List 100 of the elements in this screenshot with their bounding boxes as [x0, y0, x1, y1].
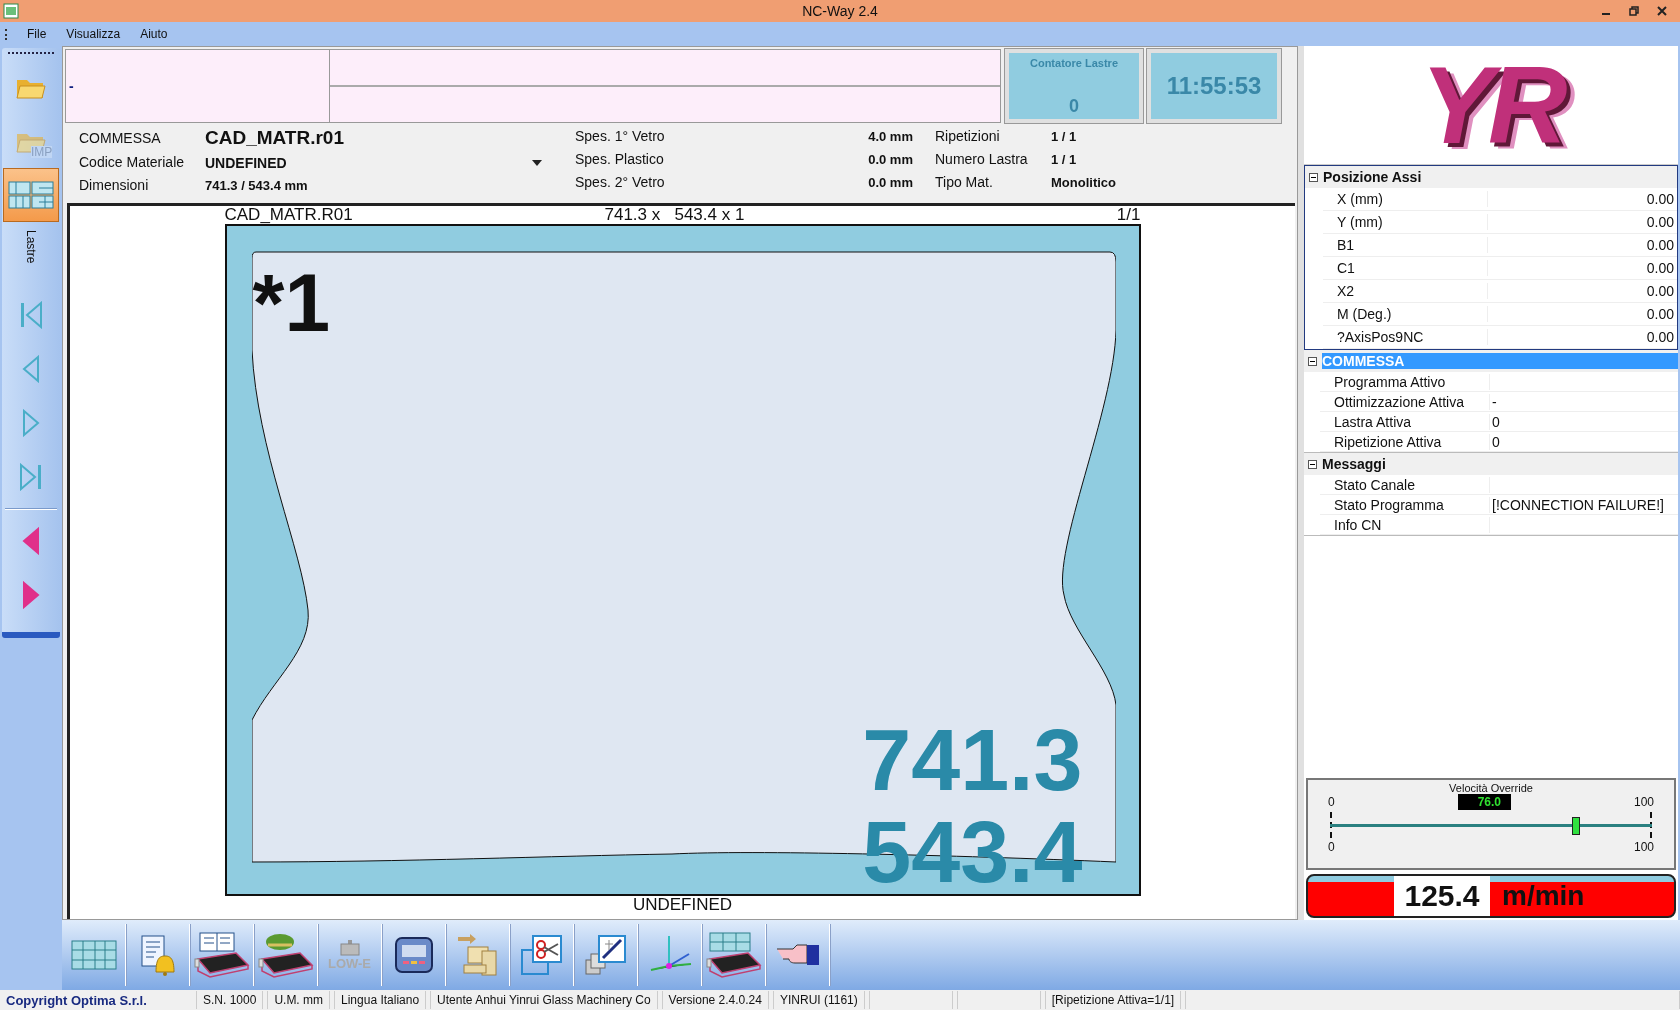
property-label: Y (mm) — [1323, 214, 1488, 230]
scale-label: 100 — [1633, 795, 1654, 809]
message-text: - — [69, 78, 74, 94]
field-label: Codice Materiale — [79, 153, 186, 172]
restore-icon[interactable] — [1628, 5, 1640, 17]
property-value: - — [1492, 393, 1497, 410]
skip-back-icon — [19, 301, 43, 329]
field-label: Tipo Mat. — [935, 173, 994, 192]
layout-icon — [7, 180, 55, 210]
property-label: Lastra Attiva — [1320, 413, 1490, 430]
field-label: Dimensioni — [79, 176, 150, 195]
property-value: 0.00 — [1646, 214, 1674, 230]
property-value: [!CONNECTION FAILURE!] — [1492, 496, 1664, 513]
field-label: COMMESSA — [79, 128, 162, 148]
cutting-table-icon — [705, 931, 762, 979]
field-value: 4.0 mm — [867, 129, 913, 144]
property-label: C1 — [1323, 260, 1488, 276]
field-value: 1 / 1 — [1051, 129, 1078, 144]
clock-time: 11:55:53 — [1166, 72, 1262, 100]
cutting-table-icon — [193, 931, 250, 979]
status-text: [Ripetizione Attiva=1/1] — [1044, 991, 1182, 1009]
field-value: CAD_MATR.r01 — [205, 127, 344, 149]
property-label: B1 — [1323, 237, 1488, 253]
next-icon — [21, 409, 41, 437]
collapse-icon[interactable] — [1309, 172, 1318, 182]
skip-forward-icon — [19, 463, 43, 491]
property-value: 0 — [1492, 413, 1500, 430]
category-header[interactable]: Posizione Assi — [1305, 166, 1677, 188]
field-value: 1 / 1 — [1051, 152, 1078, 167]
category-header[interactable]: Messaggi — [1304, 453, 1678, 475]
field-label: Spes. 2° Vetro — [575, 173, 666, 192]
app-icon — [3, 3, 19, 19]
sheet-name: CAD_MATR.R01 — [224, 206, 354, 224]
speed-value: 125.4 — [1394, 876, 1490, 916]
status-text: YINRUI (1161) — [772, 991, 865, 1009]
scale-label: 100 — [1633, 840, 1654, 854]
control-panel-icon — [393, 936, 434, 974]
copyright-text: Copyright Optima S.r.l. — [5, 992, 148, 1008]
property-value: 0.00 — [1646, 260, 1674, 276]
status-text: Utente Anhui Yinrui Glass Machinery Co — [430, 991, 658, 1009]
field-label: Ripetizioni — [935, 127, 1001, 146]
piece-label: *1 — [252, 262, 330, 344]
status-text: U.M. mm — [267, 991, 331, 1009]
property-label: M (Deg.) — [1323, 306, 1488, 322]
collapse-icon[interactable] — [1308, 459, 1317, 469]
sheet-page: 1/1 — [1116, 206, 1141, 224]
property-label: Ottimizzazione Attiva — [1320, 393, 1490, 410]
property-label: Programma Attivo — [1320, 373, 1490, 390]
grip-icon — [5, 28, 9, 40]
sheet-size: 741.3 x 543.4 x 1 — [604, 206, 746, 224]
field-value: 0.0 mm — [867, 152, 913, 167]
property-label: Stato Programma — [1320, 496, 1490, 513]
field-label: Spes. Plastico — [575, 150, 665, 169]
property-value: 0.00 — [1646, 237, 1674, 253]
next-icon — [21, 581, 41, 609]
previous-icon — [21, 355, 41, 383]
counter-label: Contatore Lastre — [1030, 57, 1118, 69]
property-value: 0.00 — [1646, 306, 1674, 322]
property-value: 0.00 — [1646, 329, 1674, 345]
property-label: X2 — [1323, 283, 1488, 299]
layout-button[interactable] — [3, 168, 59, 222]
toolbar-caption: Lastre — [24, 230, 38, 266]
property-value: 0 — [1492, 433, 1500, 450]
field-value: UNDEFINED — [205, 154, 287, 171]
slider-thumb[interactable] — [1571, 817, 1580, 835]
status-text: Versione 2.4.0.24 — [661, 991, 769, 1009]
menu-item[interactable]: Aiuto — [138, 27, 170, 41]
property-label: Info CN — [1320, 516, 1490, 533]
grid-icon — [70, 940, 117, 970]
override-label: Velocità Override — [1449, 782, 1533, 794]
property-value: 0.00 — [1646, 191, 1674, 207]
scale-label: 0 — [1328, 795, 1335, 809]
piece-width: 741.3 — [862, 716, 1083, 804]
speed-unit: m/min — [1501, 879, 1585, 913]
material-label: UNDEFINED — [632, 896, 733, 914]
edit-drawing-icon — [584, 934, 627, 976]
window-title: NC-Way 2.4 — [802, 3, 878, 19]
field-value: Monolitico — [1051, 175, 1117, 190]
field-label: Spes. 1° Vetro — [575, 127, 666, 146]
property-label: Ripetizione Attiva — [1320, 433, 1490, 450]
collapse-icon[interactable] — [1308, 356, 1317, 366]
scale-label: 0 — [1328, 840, 1335, 854]
property-label: Stato Canale — [1320, 476, 1490, 493]
cutting-table-icon — [257, 931, 314, 979]
menu-item[interactable]: File — [25, 27, 49, 41]
previous-icon — [21, 527, 41, 555]
close-icon[interactable] — [1656, 5, 1668, 17]
override-slider[interactable] — [1328, 810, 1654, 840]
property-label: X (mm) — [1323, 191, 1488, 207]
counter-value: 0 — [1069, 96, 1079, 117]
property-value: 0.00 — [1646, 283, 1674, 299]
field-value: 0.0 mm — [867, 175, 913, 190]
override-reading: 76.0 — [1457, 794, 1511, 810]
status-text: Lingua Italiano — [334, 991, 427, 1009]
field-label: Numero Lastra — [935, 150, 1029, 169]
status-text: S.N. 1000 — [196, 991, 264, 1009]
field-value: 741.3 / 543.4 mm — [205, 178, 308, 193]
menu-item[interactable]: Visualizza — [64, 27, 123, 41]
computer-icon — [455, 933, 500, 977]
dropdown-caret-icon[interactable] — [532, 159, 542, 166]
